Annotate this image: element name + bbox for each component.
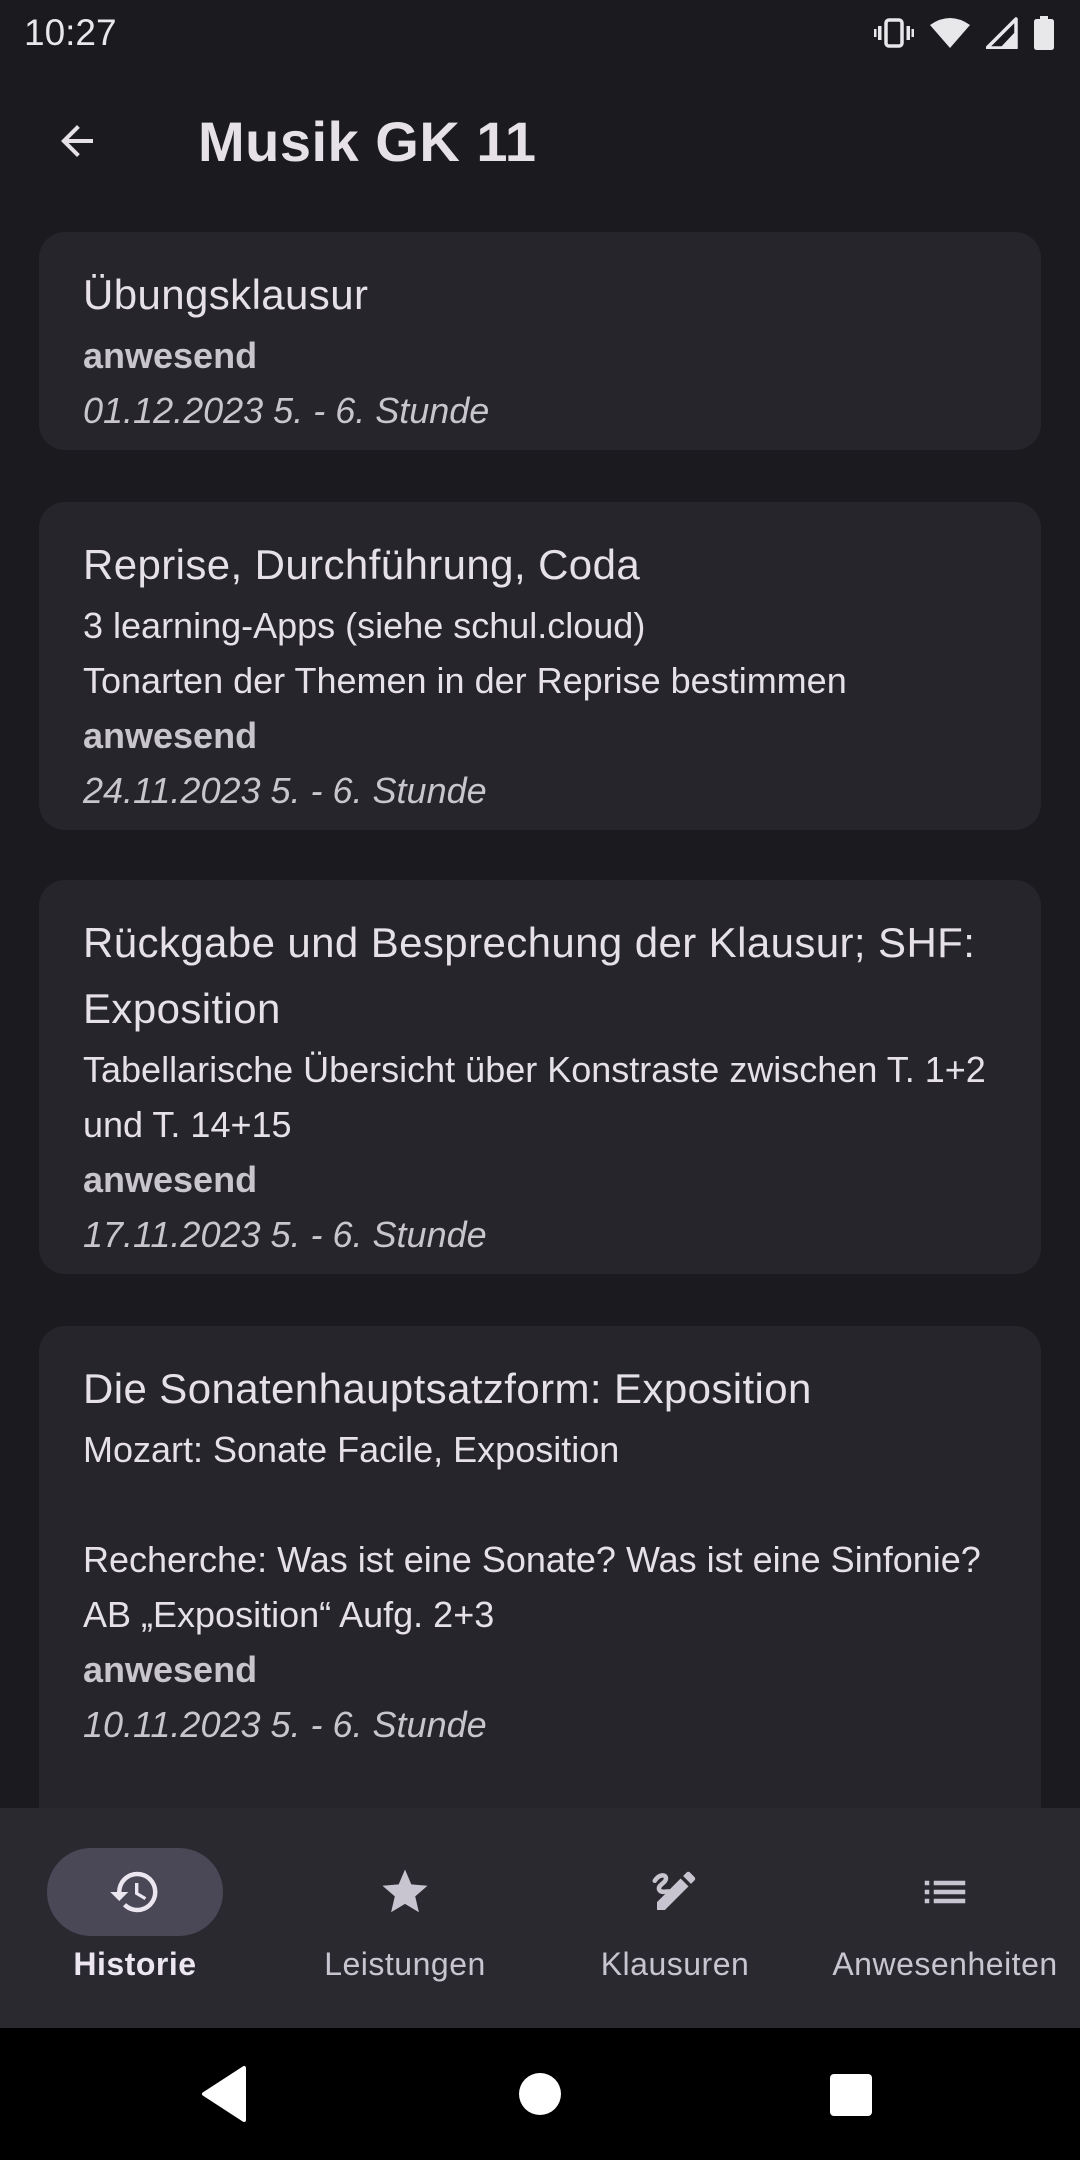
lesson-title: Übungsklausur (83, 271, 369, 318)
lesson-card[interactable]: Übungsklausur anwesend 01.12.2023 5. - 6… (39, 232, 1041, 450)
lesson-card[interactable]: Die Sonatenhauptsatzform: Exposition Moz… (39, 1326, 1041, 1808)
edit-pen-icon (652, 1871, 696, 1910)
star-icon (382, 1869, 428, 1913)
nav-label: Klausuren (600, 1946, 750, 1982)
lesson-card[interactable]: Reprise, Durchführung, Coda 3 learning-A… (39, 502, 1041, 830)
nav-item-anwesenheiten[interactable]: Anwesenheiten (810, 1808, 1080, 2028)
lesson-description: Mozart: Sonate Facile, Exposition Recher… (83, 1429, 981, 1635)
lesson-title: Reprise, Durchführung, Coda (83, 541, 641, 588)
battery-icon (1034, 16, 1054, 50)
nav-active-indicator (47, 1848, 223, 1936)
wifi-icon (930, 17, 970, 49)
nav-label: Anwesenheiten (832, 1946, 1058, 1982)
system-navigation-bar (0, 2028, 1080, 2160)
back-triangle-icon[interactable] (200, 2064, 248, 2129)
nav-label: Leistungen (324, 1946, 486, 1982)
signal-icon (986, 17, 1018, 49)
status-bar: 10:27 (0, 0, 1080, 66)
bottom-navigation: Historie Leistungen Klausuren Anwesenhei… (0, 1808, 1080, 2028)
nav-label: Historie (73, 1946, 197, 1982)
attendance-status: anwesend (83, 715, 258, 756)
lesson-history-list[interactable]: Übungsklausur anwesend 01.12.2023 5. - 6… (0, 216, 1080, 1808)
status-time: 10:27 (24, 12, 117, 53)
lesson-title: Die Sonatenhauptsatzform: Exposition (83, 1365, 812, 1412)
lesson-date: 10.11.2023 5. - 6. Stunde (83, 1704, 487, 1745)
lesson-date: 01.12.2023 5. - 6. Stunde (83, 390, 490, 431)
lesson-date: 24.11.2023 5. - 6. Stunde (83, 770, 487, 811)
back-button[interactable] (27, 91, 127, 191)
list-icon (924, 1880, 966, 1904)
history-icon (110, 1871, 158, 1913)
arrow-back-icon (61, 125, 93, 157)
status-icons (874, 16, 1054, 50)
lesson-description: 3 learning-Apps (siehe schul.cloud) Tona… (83, 605, 847, 701)
attendance-status: anwesend (83, 1649, 258, 1690)
home-circle-icon[interactable] (518, 2072, 562, 2121)
recents-square-icon[interactable] (829, 2073, 873, 2122)
lesson-title: Rückgabe und Besprechung der Klausur; SH… (83, 919, 976, 1032)
nav-item-klausuren[interactable]: Klausuren (540, 1808, 810, 2028)
nav-item-historie[interactable]: Historie (0, 1808, 270, 2028)
lesson-card[interactable]: Rückgabe und Besprechung der Klausur; SH… (39, 880, 1041, 1274)
attendance-status: anwesend (83, 1159, 258, 1200)
lesson-date: 17.11.2023 5. - 6. Stunde (83, 1214, 487, 1255)
lesson-description: Tabellarische Übersicht über Konstraste … (83, 1049, 986, 1145)
nav-item-leistungen[interactable]: Leistungen (270, 1808, 540, 2028)
page-title: Musik GK 11 (198, 109, 537, 173)
app-bar: Musik GK 11 (0, 66, 1080, 216)
vibrate-icon (874, 17, 914, 49)
attendance-status: anwesend (83, 335, 258, 376)
